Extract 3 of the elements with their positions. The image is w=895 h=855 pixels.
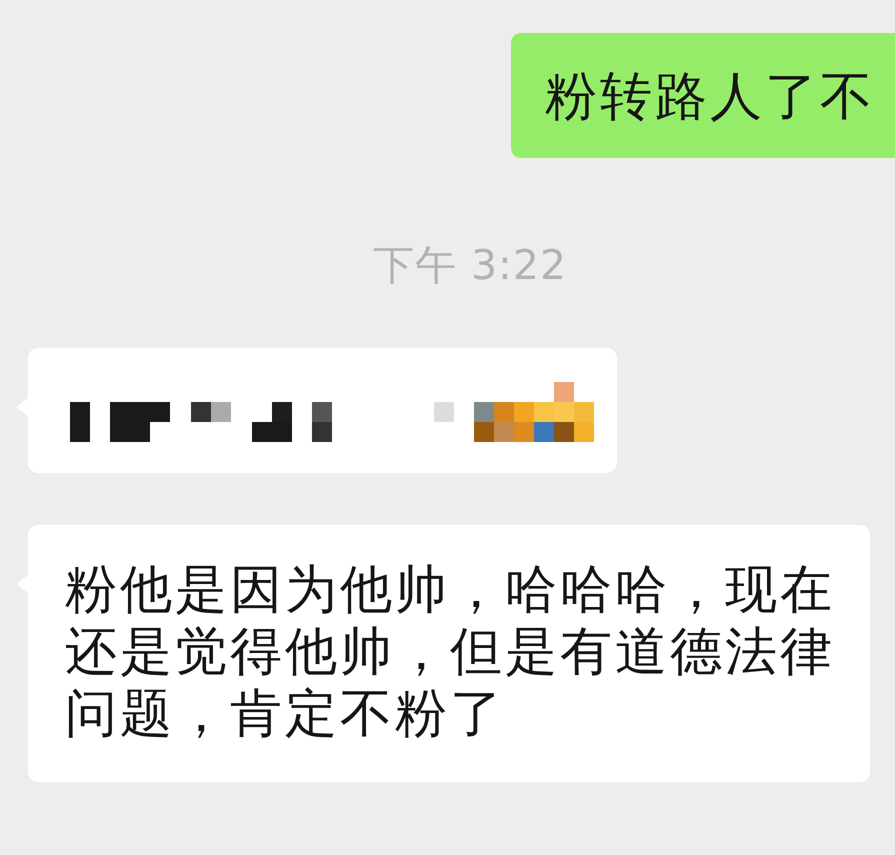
message-text: 粉转路人了不 [545,66,875,128]
message-timestamp: 下午 3:22 [372,241,568,289]
message-text: 粉他是因为他帅，哈哈哈，现在还是觉得他帅，但是有道德法律问题，肯定不粉了 [65,559,835,745]
